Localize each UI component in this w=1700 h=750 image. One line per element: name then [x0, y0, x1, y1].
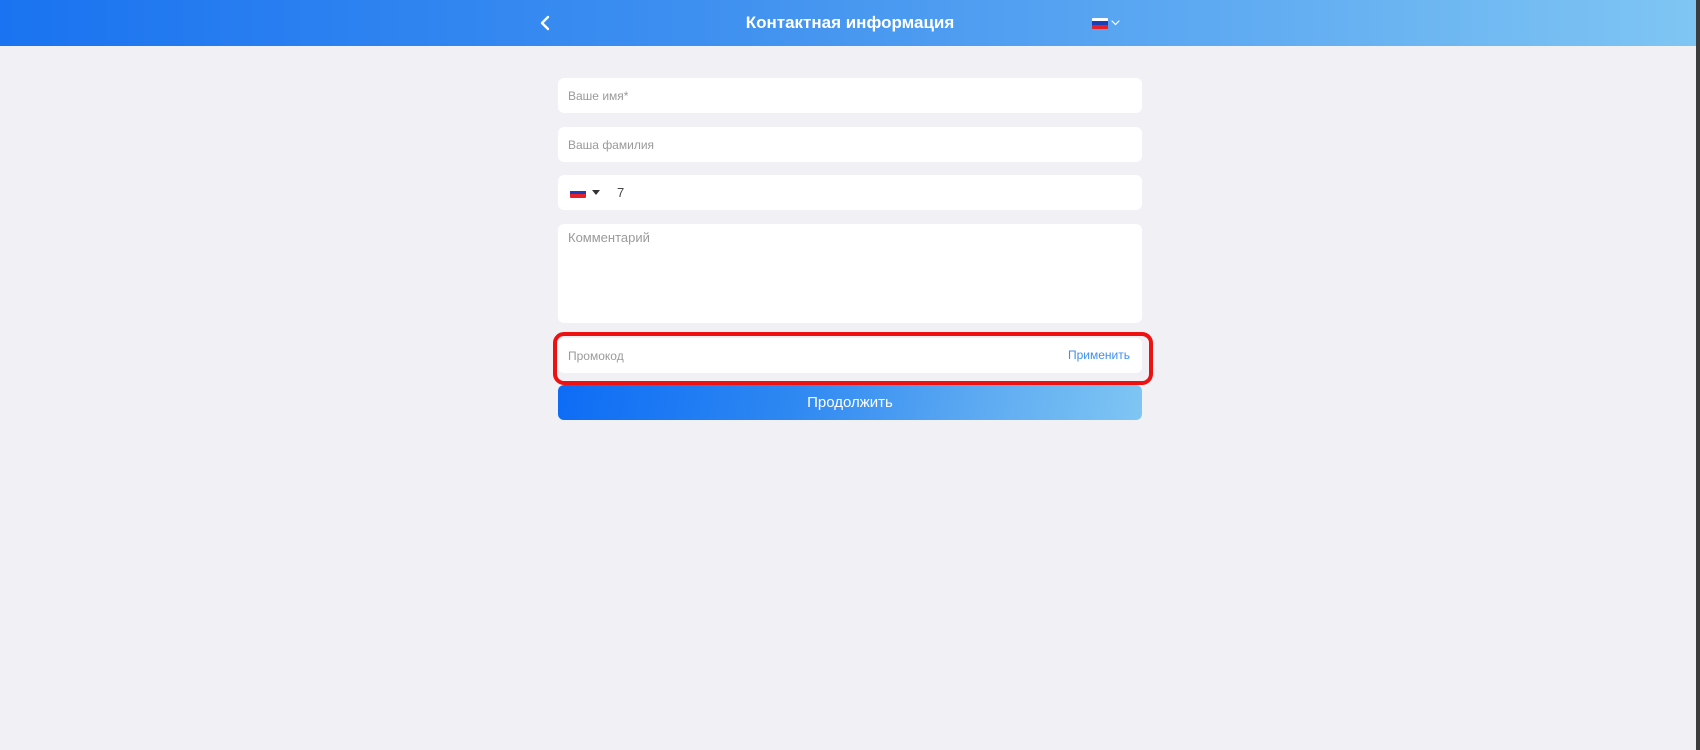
chevron-down-icon: [1111, 20, 1120, 26]
comment-field-container: [558, 224, 1142, 323]
first-name-field-container: [558, 78, 1142, 113]
last-name-input[interactable]: [568, 127, 1128, 162]
phone-input[interactable]: [617, 175, 1127, 210]
caret-down-icon: [592, 190, 600, 195]
phone-field-container: [558, 175, 1142, 210]
header-bar: Контактная информация: [0, 0, 1700, 46]
scrollbar[interactable]: [1696, 0, 1700, 750]
last-name-field-container: [558, 127, 1142, 162]
apply-promo-button[interactable]: Применить: [1068, 338, 1130, 373]
russia-flag-icon: [1092, 17, 1108, 29]
continue-button[interactable]: Продолжить: [558, 385, 1142, 420]
back-button[interactable]: [530, 8, 560, 38]
language-selector[interactable]: [1092, 14, 1120, 32]
promo-field-container: Применить: [558, 338, 1142, 373]
chevron-left-icon: [540, 15, 550, 31]
russia-flag-icon: [570, 187, 586, 198]
first-name-input[interactable]: [568, 78, 1128, 113]
promo-code-input[interactable]: [568, 338, 1008, 373]
phone-country-selector[interactable]: [570, 175, 600, 210]
comment-textarea[interactable]: [568, 230, 1128, 316]
page-title: Контактная информация: [745, 13, 955, 32]
